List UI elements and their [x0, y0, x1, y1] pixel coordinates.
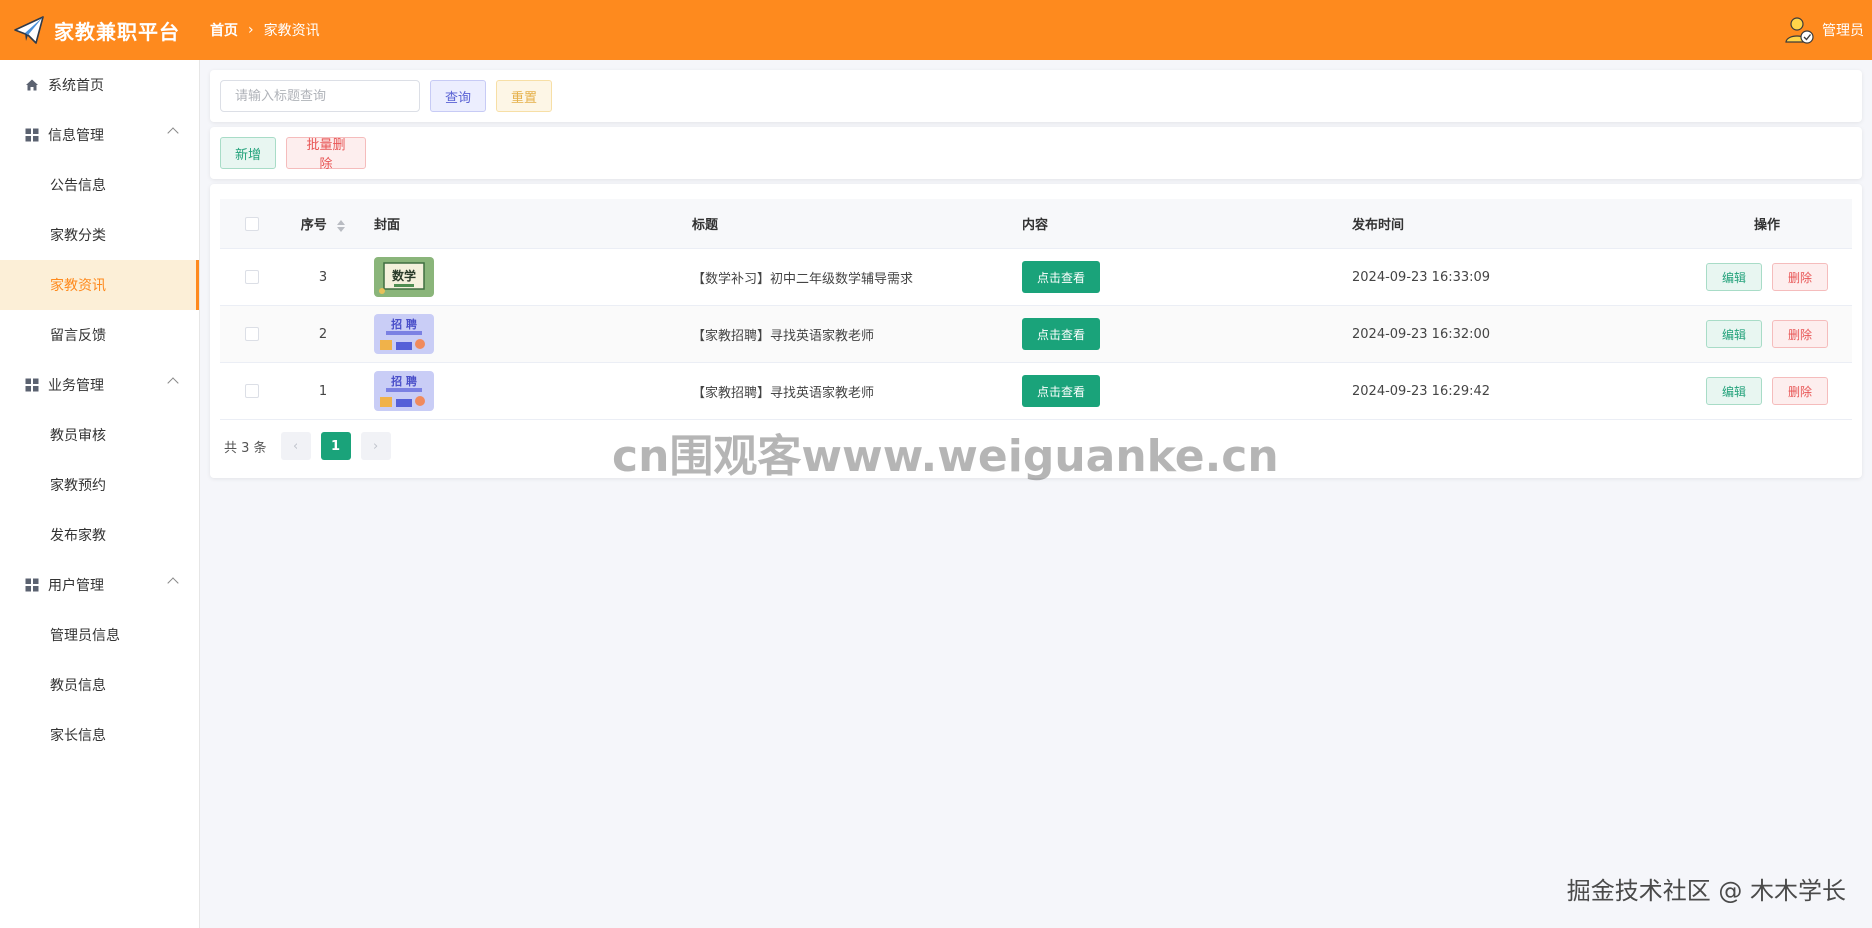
sidebar-group-label: 业务管理	[48, 378, 104, 394]
cover-text: 招 聘	[391, 317, 417, 331]
header-op: 操作	[1753, 218, 1780, 233]
select-all-checkbox[interactable]	[245, 216, 259, 231]
row-title: 【数学补习】初中二年级数学辅导需求	[692, 271, 914, 287]
row-time: 2024-09-23 16:33:09	[1352, 269, 1491, 285]
sidebar-item-news[interactable]: 家教资讯	[0, 260, 199, 310]
edit-button[interactable]: 编辑	[1706, 320, 1762, 348]
add-button[interactable]: 新增	[220, 137, 276, 169]
cover-text: 数学	[392, 268, 416, 283]
table-header: 序号 封面 标题 内容 发布时间 操作	[220, 199, 1852, 249]
recruit-cover-image: 招 聘	[374, 371, 434, 411]
math-cover-image: 数学	[374, 257, 434, 297]
grid-icon	[24, 377, 40, 393]
sidebar: 系统首页 信息管理 公告信息 家教分类 家教资讯 留言反馈 业务管理 教员审核 …	[0, 60, 200, 928]
recruit-cover-image: 招 聘	[374, 314, 434, 354]
delete-button[interactable]: 删除	[1772, 377, 1828, 405]
sidebar-item-admin-info[interactable]: 管理员信息	[0, 610, 199, 660]
admin-avatar-icon	[1785, 17, 1814, 44]
home-icon	[24, 77, 40, 93]
edit-button[interactable]: 编辑	[1706, 377, 1762, 405]
breadcrumb-current: 家教资讯	[263, 23, 320, 39]
cover-text: 招 聘	[391, 374, 417, 388]
action-panel: 新增 批量删除	[210, 127, 1862, 179]
user-name: 管理员	[1822, 23, 1864, 39]
sort-icon[interactable]	[337, 219, 346, 232]
header-time: 发布时间	[1352, 218, 1405, 233]
sidebar-item-parent-info[interactable]: 家长信息	[0, 710, 199, 760]
chevron-up-icon	[167, 377, 179, 389]
row-checkbox[interactable]	[245, 327, 259, 341]
grid-icon	[24, 127, 40, 143]
batch-delete-button[interactable]: 批量删除	[286, 137, 366, 172]
table-row: 3 数学 【数学补习】初中二年级数学辅导需求 点击查看 2024-09-23 1…	[220, 249, 1852, 306]
app-name: 家教兼职平台	[54, 19, 180, 44]
watermark-center: cn围观客www.weiguanke.cn	[612, 431, 1279, 482]
col-seq[interactable]: 序号	[284, 214, 362, 233]
row-seq: 2	[318, 326, 328, 342]
row-time: 2024-09-23 16:32:00	[1352, 326, 1491, 342]
sidebar-group-info[interactable]: 信息管理	[0, 110, 199, 160]
sidebar-item-category[interactable]: 家教分类	[0, 210, 199, 260]
app-logo[interactable]: 家教兼职平台	[0, 13, 200, 47]
header-cover: 封面	[374, 218, 401, 233]
sidebar-item-booking[interactable]: 家教预约	[0, 460, 199, 510]
page-number-current[interactable]: 1	[320, 432, 351, 460]
row-title: 【家教招聘】寻找英语家教老师	[692, 385, 875, 401]
search-panel: 查询 重置	[210, 70, 1862, 122]
user-menu[interactable]: 管理员	[1784, 0, 1864, 60]
watermark-corner: 掘金技术社区 @ 木木学长	[1566, 877, 1846, 905]
total-count: 共 3 条	[224, 440, 267, 456]
sidebar-item-teacher-info[interactable]: 教员信息	[0, 660, 199, 710]
search-input[interactable]	[220, 80, 420, 112]
header-title: 标题	[692, 218, 719, 233]
sidebar-item-notice[interactable]: 公告信息	[0, 160, 199, 210]
header-seq-label: 序号	[300, 218, 327, 233]
breadcrumb-home[interactable]: 首页	[210, 20, 238, 40]
next-page-icon[interactable]: ›	[360, 432, 391, 460]
row-checkbox[interactable]	[245, 270, 259, 284]
chevron-right-icon: ›	[248, 22, 254, 38]
paper-plane-icon	[14, 16, 44, 44]
row-seq: 3	[318, 269, 328, 285]
pagination: 共 3 条 ‹ 1 ›	[224, 432, 391, 460]
news-table: 序号 封面 标题 内容 发布时间 操作 3 数学 【数学补习】初中二年级数学辅导…	[220, 199, 1852, 420]
grid-icon	[24, 577, 40, 593]
delete-button[interactable]: 删除	[1772, 263, 1828, 291]
view-content-button[interactable]: 点击查看	[1022, 318, 1101, 350]
sidebar-group-label: 信息管理	[48, 128, 104, 144]
sidebar-item-feedback[interactable]: 留言反馈	[0, 310, 199, 360]
row-time: 2024-09-23 16:29:42	[1352, 383, 1491, 399]
table-row: 1 招 聘 【家教招聘】寻找英语家教老师 点击查看 2024-09-23 16:…	[220, 363, 1852, 420]
edit-button[interactable]: 编辑	[1706, 263, 1762, 291]
sidebar-item-label: 系统首页	[48, 78, 104, 94]
view-content-button[interactable]: 点击查看	[1022, 375, 1101, 407]
chevron-up-icon	[167, 127, 179, 139]
row-seq: 1	[318, 383, 328, 399]
sidebar-item-teacher-review[interactable]: 教员审核	[0, 410, 199, 460]
header-content: 内容	[1022, 218, 1049, 233]
delete-button[interactable]: 删除	[1772, 320, 1828, 348]
row-checkbox[interactable]	[245, 384, 259, 398]
chevron-up-icon	[167, 577, 179, 589]
query-button[interactable]: 查询	[430, 80, 486, 112]
sidebar-group-users[interactable]: 用户管理	[0, 560, 199, 610]
sidebar-item-publish[interactable]: 发布家教	[0, 510, 199, 560]
prev-page-icon[interactable]: ‹	[280, 432, 311, 460]
sidebar-group-business[interactable]: 业务管理	[0, 360, 199, 410]
table-row: 2 招 聘 【家教招聘】寻找英语家教老师 点击查看 2024-09-23 16:…	[220, 306, 1852, 363]
reset-button[interactable]: 重置	[496, 80, 552, 112]
sidebar-item-home[interactable]: 系统首页	[0, 60, 199, 110]
row-title: 【家教招聘】寻找英语家教老师	[692, 328, 875, 344]
breadcrumb: 首页 › 家教资讯	[210, 20, 320, 40]
top-header: 家教兼职平台 首页 › 家教资讯 管理员	[0, 0, 1872, 60]
sidebar-group-label: 用户管理	[48, 578, 104, 594]
view-content-button[interactable]: 点击查看	[1022, 261, 1101, 293]
